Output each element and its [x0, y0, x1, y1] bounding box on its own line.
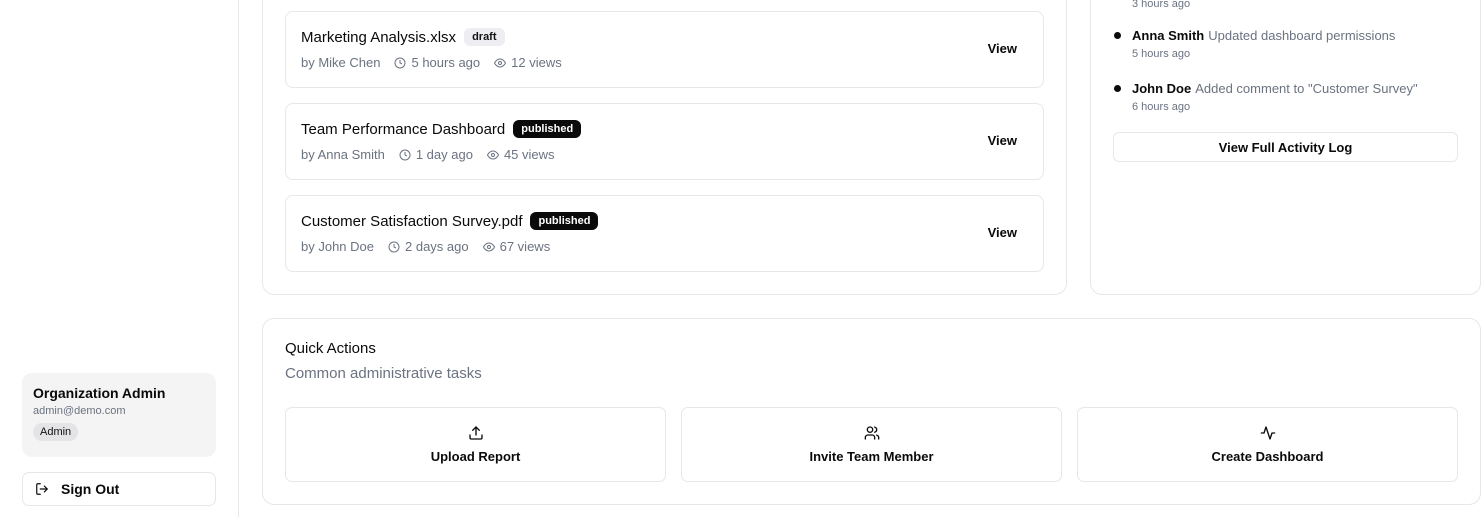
invite-team-member-button[interactable]: Invite Team Member [681, 407, 1062, 482]
sidebar: Organization Admin admin@demo.com Admin … [0, 0, 239, 517]
report-item: Team Performance Dashboard published by … [285, 103, 1044, 180]
report-views: 67 views [499, 239, 551, 254]
eye-icon [486, 149, 499, 160]
quick-actions-title: Quick Actions [285, 340, 376, 357]
clock-icon [394, 57, 406, 68]
user-card: Organization Admin admin@demo.com Admin [22, 373, 216, 457]
report-views: 12 views [511, 55, 562, 70]
eye-icon [482, 241, 495, 252]
view-report-button[interactable]: View [988, 133, 1017, 148]
activity-time: 6 hours ago [1132, 101, 1191, 113]
activity-entry: Anna Smith Updated dashboard permissions… [1114, 28, 1395, 60]
view-report-button[interactable]: View [988, 225, 1017, 240]
bullet-dot [1114, 85, 1121, 92]
report-title: Customer Satisfaction Survey.pdf [301, 212, 523, 230]
view-report-button[interactable]: View [988, 41, 1017, 56]
clock-icon [388, 241, 400, 252]
activity-icon [1260, 426, 1275, 440]
activity-time: 5 hours ago [1132, 48, 1191, 60]
user-name: Organization Admin [33, 385, 166, 401]
quick-actions-subtitle: Common administrative tasks [285, 365, 482, 382]
quick-action-label: Create Dashboard [1211, 449, 1324, 464]
quick-action-label: Invite Team Member [809, 449, 934, 464]
report-title: Marketing Analysis.xlsx [301, 28, 457, 46]
report-title: Team Performance Dashboard [301, 120, 506, 138]
sign-out-button[interactable]: Sign Out [22, 472, 216, 506]
quick-action-label: Upload Report [430, 449, 521, 464]
sign-out-label: Sign Out [61, 481, 120, 497]
report-author: by Anna Smith [301, 147, 385, 162]
users-icon [864, 426, 879, 440]
upload-icon [468, 426, 483, 440]
role-badge: Admin [33, 423, 79, 441]
report-time: 5 hours ago [411, 55, 481, 70]
report-time: 2 days ago [405, 239, 469, 254]
create-dashboard-button[interactable]: Create Dashboard [1077, 407, 1458, 482]
logout-icon [36, 483, 48, 495]
view-full-activity-log-button[interactable]: View Full Activity Log [1113, 132, 1458, 162]
report-item: Customer Satisfaction Survey.pdf publish… [285, 195, 1044, 272]
report-author: by Mike Chen [301, 55, 381, 70]
report-author: by John Doe [301, 239, 374, 254]
upload-report-button[interactable]: Upload Report [285, 407, 666, 482]
activity-user: John Doe [1132, 81, 1192, 96]
activity-action: Added comment to "Customer Survey" [1195, 81, 1418, 96]
activity-action: Updated dashboard permissions [1208, 28, 1396, 43]
clock-icon [399, 149, 411, 160]
report-item: Marketing Analysis.xlsx draft by Mike Ch… [285, 11, 1044, 88]
report-views: 45 views [503, 147, 555, 162]
status-badge: published [530, 212, 599, 230]
user-email: admin@demo.com [33, 405, 126, 417]
eye-icon [494, 57, 507, 68]
activity-time: 3 hours ago [1132, 0, 1191, 10]
activity-user: Anna Smith [1132, 28, 1205, 43]
report-time: 1 day ago [415, 147, 473, 162]
activity-entry: John Doe Added comment to "Customer Surv… [1114, 81, 1418, 113]
status-badge: draft [464, 28, 505, 46]
status-badge: published [513, 120, 582, 138]
bullet-dot [1114, 32, 1121, 39]
